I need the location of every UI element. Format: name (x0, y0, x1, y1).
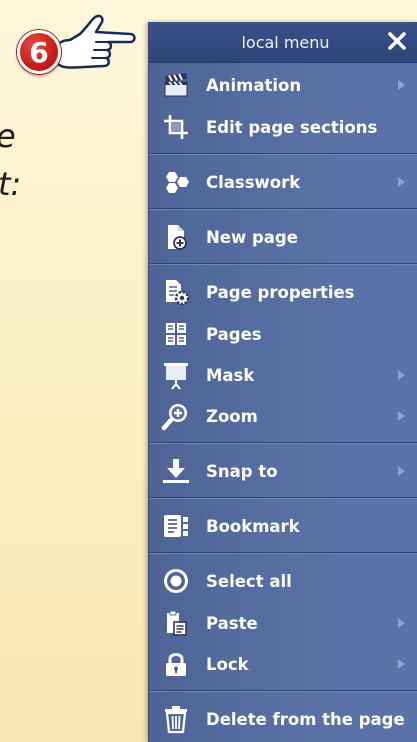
crop-frame-icon (161, 112, 191, 142)
background-text-line: t: (0, 165, 22, 203)
menu-item-pages[interactable]: Pages (149, 314, 417, 354)
menu-item-classwork[interactable]: Classwork (149, 162, 417, 202)
select-all-icon (161, 566, 191, 596)
menu-item-label: Snap to (206, 461, 278, 481)
projector-screen-icon (161, 360, 191, 390)
menu-item-bookmark[interactable]: Bookmark (149, 506, 417, 546)
menu-separator (149, 263, 417, 265)
menu-item-label: Mask (206, 365, 255, 385)
menu-separator (149, 442, 417, 444)
menu-item-paste[interactable]: Paste (149, 603, 417, 643)
menu-item-label: Animation (206, 75, 302, 95)
menu-item-label: Delete from the page (206, 709, 405, 729)
submenu-arrow-icon (398, 466, 405, 476)
menu-item-label: Pages (206, 324, 262, 344)
menu-item-label: Lock (206, 654, 249, 674)
menu-item-mask[interactable]: Mask (149, 355, 417, 395)
menu-item-label: Edit page sections (206, 117, 378, 137)
submenu-arrow-icon (398, 177, 405, 187)
trash-icon (161, 704, 191, 734)
submenu-arrow-icon (398, 80, 405, 90)
snap-arrow-icon (161, 456, 191, 486)
menu-item-label: Page properties (206, 282, 355, 302)
local-menu: local menu Animation Edit page sections … (148, 22, 417, 742)
menu-item-label: Classwork (206, 172, 301, 192)
menu-item-select-all[interactable]: Select all (149, 561, 417, 601)
submenu-arrow-icon (398, 370, 405, 380)
close-button[interactable] (384, 28, 410, 54)
menu-item-label: Bookmark (206, 516, 300, 536)
lock-icon (161, 649, 191, 679)
menu-item-label: Select all (206, 571, 292, 591)
menu-item-zoom[interactable]: Zoom (149, 396, 417, 436)
menu-item-edit-page-sections[interactable]: Edit page sections (149, 107, 417, 147)
pointing-hand-icon (52, 14, 136, 69)
zoom-in-icon (161, 401, 191, 431)
menu-item-label: New page (206, 227, 298, 247)
close-icon (388, 32, 406, 50)
submenu-arrow-icon (398, 411, 405, 421)
step-number-badge: 6 (17, 30, 61, 74)
clipboard-icon (161, 608, 191, 638)
clapperboard-icon (161, 70, 191, 100)
bookmark-icon (161, 511, 191, 541)
menu-item-label: Zoom (206, 406, 258, 426)
background-text-line: e (0, 120, 16, 152)
menu-title: local menu (241, 32, 330, 52)
new-page-icon (161, 222, 191, 252)
menu-item-label: Paste (206, 613, 258, 633)
menu-item-new-page[interactable]: New page (149, 217, 417, 257)
menu-separator (149, 153, 417, 155)
submenu-arrow-icon (398, 618, 405, 628)
menu-item-page-properties[interactable]: Page properties (149, 272, 417, 312)
menu-separator (149, 552, 417, 554)
menu-header: local menu (149, 22, 417, 63)
menu-separator (149, 497, 417, 499)
page-settings-icon (161, 277, 191, 307)
submenu-arrow-icon (398, 659, 405, 669)
menu-separator (149, 208, 417, 210)
menu-item-animation[interactable]: Animation (149, 65, 417, 105)
pages-grid-icon (161, 319, 191, 349)
menu-item-snap-to[interactable]: Snap to (149, 451, 417, 491)
menu-separator (149, 690, 417, 692)
menu-item-lock[interactable]: Lock (149, 644, 417, 684)
molecule-icon (161, 167, 191, 197)
menu-item-delete-from-page[interactable]: Delete from the page (149, 699, 417, 739)
